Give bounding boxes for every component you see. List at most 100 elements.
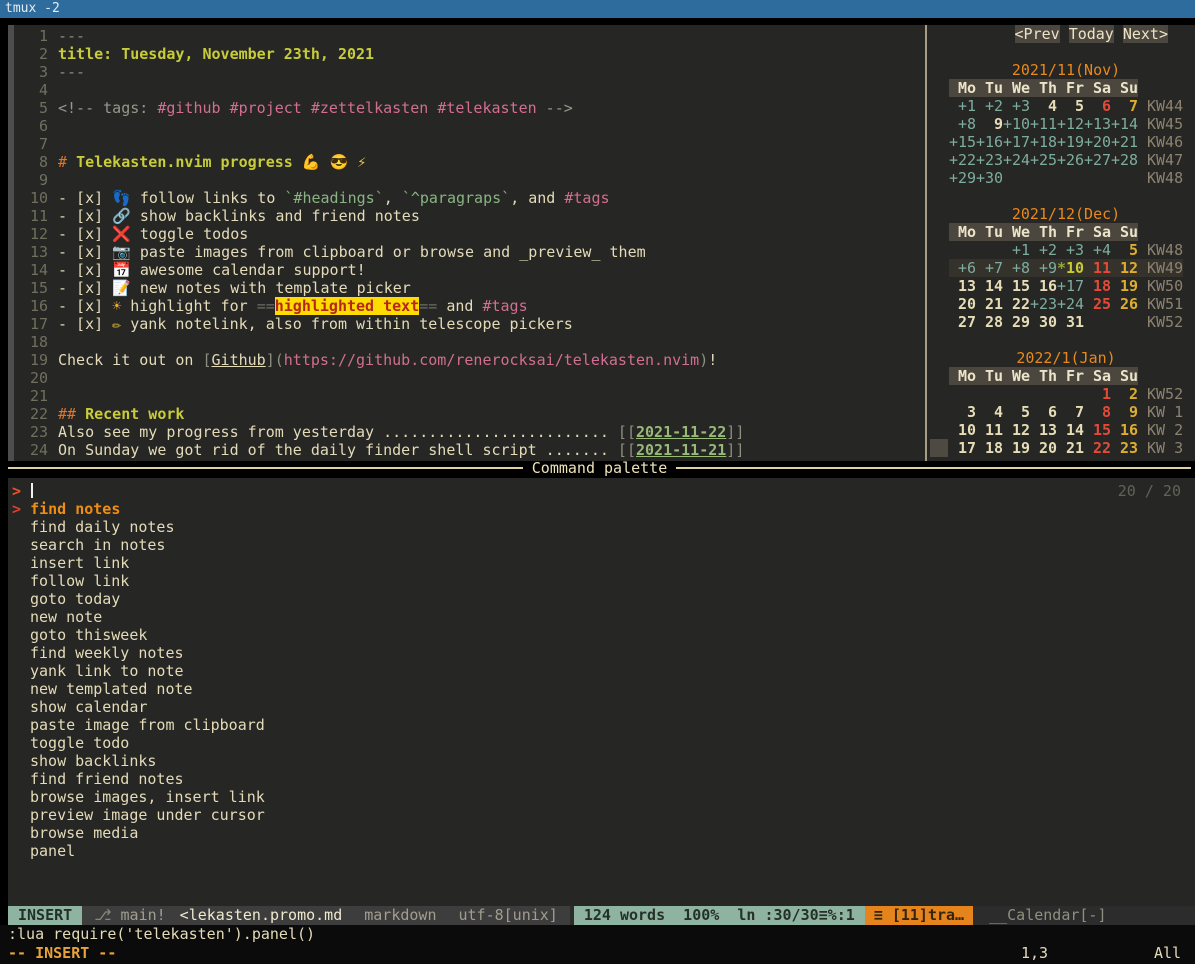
calendar-day[interactable]: +7 [976,259,1003,277]
calendar-day[interactable]: +21 [1111,133,1138,151]
calendar-day[interactable]: 17 [949,439,976,457]
palette-item[interactable]: find friend notes [8,770,1195,788]
calendar-day[interactable]: 18 [1084,277,1111,295]
calendar-day[interactable]: 13 [1030,421,1057,439]
calendar-day[interactable]: +24 [1057,295,1084,313]
editor-pane[interactable]: 1---2title: Tuesday, November 23th, 2021… [14,25,925,461]
palette-item[interactable]: browse images, insert link [8,788,1195,806]
calendar-day[interactable]: +8 [1003,259,1030,277]
palette-item[interactable]: panel [8,842,1195,860]
calendar-day[interactable]: 12 [1111,259,1138,277]
calendar-day[interactable]: 26 [1111,295,1138,313]
calendar-day[interactable]: 7 [1057,403,1084,421]
calendar-day[interactable]: 22 [1003,295,1030,313]
editor-line[interactable]: 5<!-- tags: #github #project #zettelkast… [14,99,925,117]
palette-item[interactable]: paste image from clipboard [8,716,1195,734]
editor-line[interactable]: 7 [14,135,925,153]
calendar-day[interactable]: +17 [1057,277,1084,295]
editor-line[interactable]: 18 [14,333,925,351]
calendar-day[interactable]: 27 [949,313,976,331]
calendar-day[interactable]: +23 [976,151,1003,169]
calendar-day[interactable]: +4 [1084,241,1111,259]
palette-item[interactable]: goto today [8,590,1195,608]
calendar-day[interactable]: 19 [1111,277,1138,295]
calendar-day[interactable]: 16 [1111,421,1138,439]
editor-line[interactable]: 23Also see my progress from yesterday ..… [14,423,925,441]
calendar-day[interactable]: 12 [1003,421,1030,439]
editor-line[interactable]: 9 [14,171,925,189]
palette-item[interactable]: insert link [8,554,1195,572]
editor-line[interactable]: 21 [14,387,925,405]
calendar-day[interactable]: 11 [976,421,1003,439]
calendar-day[interactable]: 2 [1111,385,1138,403]
editor-line[interactable]: 19Check it out on [Github](https://githu… [14,351,925,369]
calendar-day[interactable]: 28 [976,313,1003,331]
calendar-day[interactable]: +18 [1030,133,1057,151]
editor-line[interactable]: 14- [x] 📅 awesome calendar support! [14,261,925,279]
calendar-day[interactable]: +1 [949,97,976,115]
calendar-day[interactable]: 6 [1084,97,1111,115]
palette-item[interactable]: yank link to note [8,662,1195,680]
calendar-day[interactable]: 8 [1084,403,1111,421]
calendar-day[interactable]: 20 [1030,439,1057,457]
palette-item[interactable]: find weekly notes [8,644,1195,662]
calendar-day[interactable]: +24 [1003,151,1030,169]
calendar-day[interactable]: 30 [1030,313,1057,331]
calendar-day[interactable]: 13 [949,277,976,295]
palette-item[interactable]: new templated note [8,680,1195,698]
palette-item[interactable]: toggle todo [8,734,1195,752]
editor-line[interactable]: 10- [x] 👣 follow links to `#headings`, `… [14,189,925,207]
editor-line[interactable]: 20 [14,369,925,387]
editor-line[interactable]: 6 [14,117,925,135]
editor-line[interactable]: 17- [x] ✏ yank notelink, also from withi… [14,315,925,333]
palette-item[interactable]: browse media [8,824,1195,842]
calendar-day[interactable]: +23 [1030,295,1057,313]
palette-item[interactable]: goto thisweek [8,626,1195,644]
calendar-day[interactable]: +14 [1111,115,1138,133]
calendar-day[interactable]: +1 [1003,241,1030,259]
editor-line[interactable]: 13- [x] 📷 paste images from clipboard or… [14,243,925,261]
calendar-day[interactable]: 23 [1111,439,1138,457]
calendar-day[interactable]: +22 [949,151,976,169]
prev-button[interactable]: <Prev [1015,25,1060,43]
calendar-day[interactable]: 25 [1084,295,1111,313]
editor-line[interactable]: 8# Telekasten.nvim progress 💪 😎 ⚡ [14,153,925,171]
calendar-day[interactable]: 31 [1057,313,1084,331]
calendar-day[interactable]: 21 [1057,439,1084,457]
palette-item[interactable]: find daily notes [8,518,1195,536]
calendar-day[interactable]: 14 [976,277,1003,295]
calendar-day[interactable]: 15 [1084,421,1111,439]
calendar-day[interactable]: 20 [949,295,976,313]
calendar-day[interactable]: 6 [1030,403,1057,421]
calendar-day[interactable]: 9 [1111,403,1138,421]
calendar-day[interactable]: +17 [1003,133,1030,151]
editor-line[interactable]: 12- [x] ❌ toggle todos [14,225,925,243]
calendar-day[interactable]: 21 [976,295,1003,313]
next-button[interactable]: Next> [1123,25,1168,43]
calendar-day[interactable]: +11 [1030,115,1057,133]
editor-line[interactable]: 16- [x] ☀ highlight for ==highlighted te… [14,297,925,315]
calendar-day[interactable]: 14 [1057,421,1084,439]
calendar-day[interactable]: 29 [1003,313,1030,331]
calendar-day[interactable]: +20 [1084,133,1111,151]
calendar-day[interactable]: +15 [949,133,976,151]
palette-item[interactable]: show calendar [8,698,1195,716]
calendar-day[interactable]: 16 [1030,277,1057,295]
today-button[interactable]: Today [1069,25,1114,43]
calendar-day[interactable]: +8 [949,115,976,133]
calendar-day[interactable]: 10 [949,421,976,439]
editor-line[interactable]: 3--- [14,63,925,81]
calendar-day[interactable]: 5 [1003,403,1030,421]
calendar-day[interactable]: +27 [1084,151,1111,169]
editor-line[interactable]: 11- [x] 🔗 show backlinks and friend note… [14,207,925,225]
command-line[interactable]: :lua require('telekasten').panel() [0,925,1195,944]
calendar-day[interactable]: +25 [1030,151,1057,169]
palette-item-selected[interactable]: > find notes [8,500,1195,518]
palette-item[interactable]: preview image under cursor [8,806,1195,824]
calendar-day[interactable]: +30 [976,169,1003,187]
palette-item[interactable]: show backlinks [8,752,1195,770]
calendar-day[interactable]: +28 [1111,151,1138,169]
calendar-day[interactable]: +12 [1057,115,1084,133]
calendar-day[interactable]: +2 [976,97,1003,115]
calendar-day[interactable]: +6 [949,259,976,277]
